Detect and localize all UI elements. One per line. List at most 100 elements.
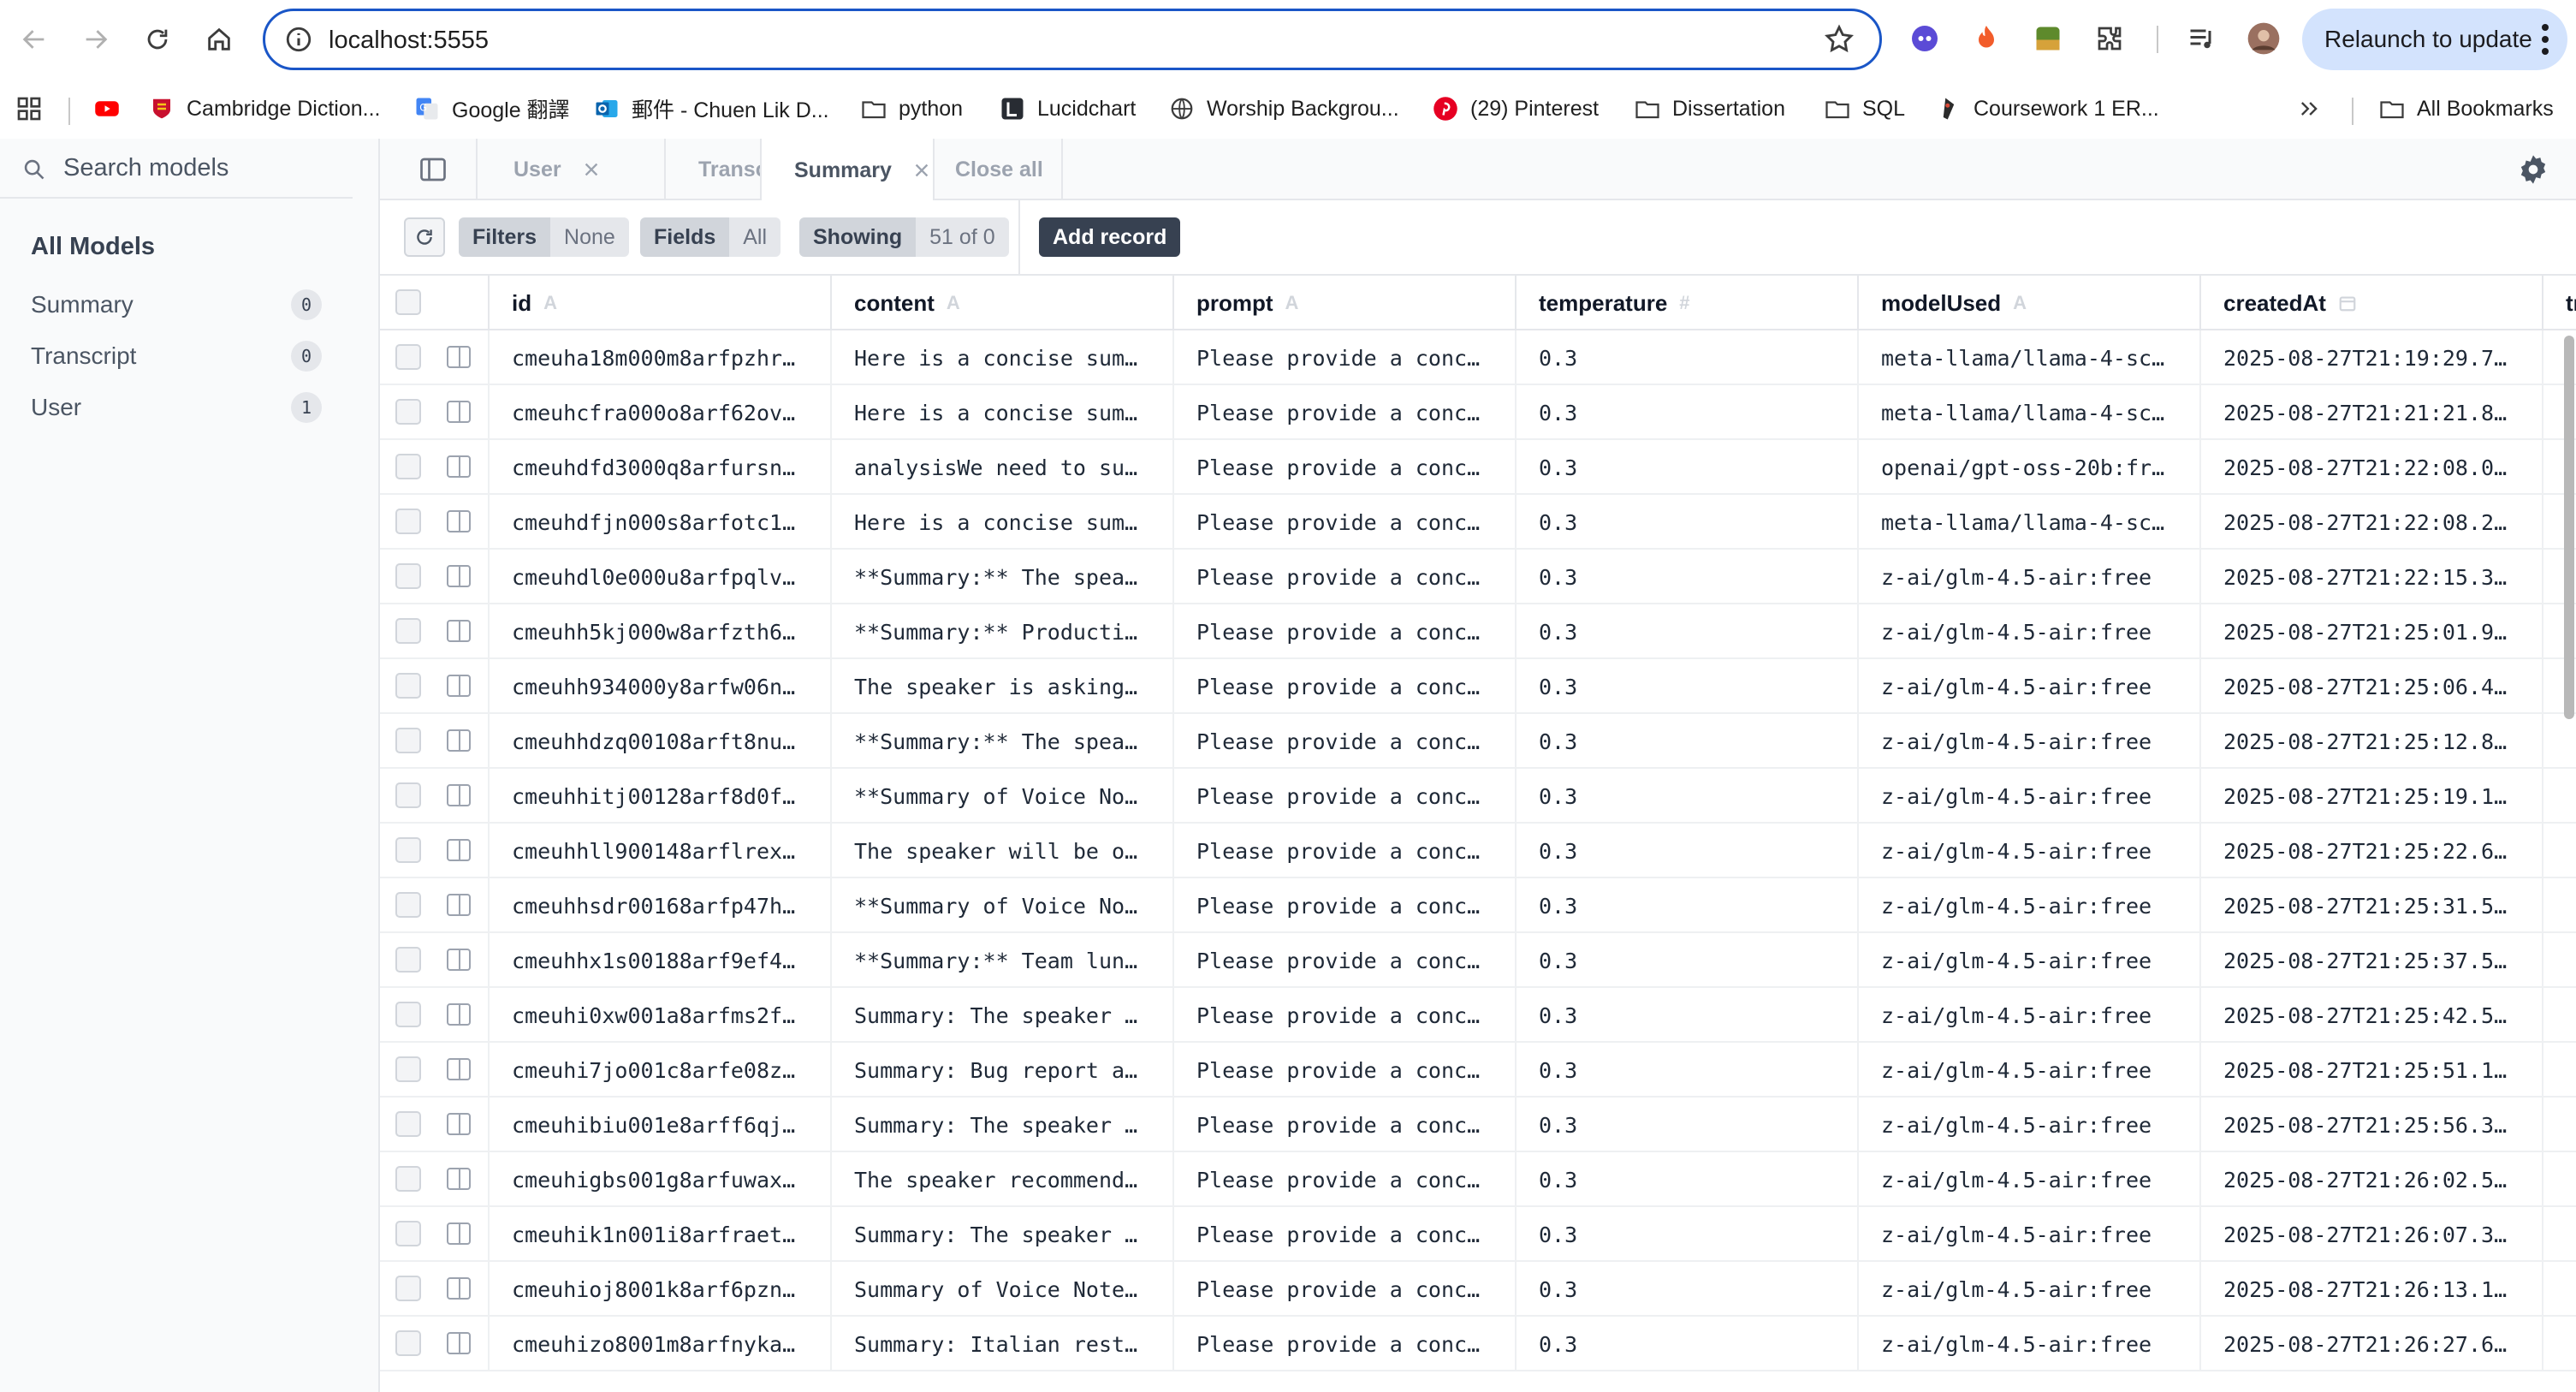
cell-id[interactable]: cmeuhik1n001i8arfraet… [490,1207,832,1262]
expand-row-icon[interactable] [447,1168,471,1190]
row-checkbox[interactable] [395,673,421,699]
cell-prompt[interactable]: Please provide a conc… [1174,495,1517,550]
extension-flame-icon[interactable] [1968,21,2004,57]
cell-temperature[interactable]: 0.3 [1517,714,1859,769]
cell-content[interactable]: The speaker recommend… [832,1152,1174,1207]
expand-row-icon[interactable] [447,346,471,368]
cell-id[interactable]: cmeuhioj8001k8arf6pzn… [490,1262,832,1317]
refresh-button[interactable] [404,217,445,257]
cell-id[interactable]: cmeuhizo8001m8arfnyka… [490,1317,832,1371]
cell-createdAt[interactable]: 2025-08-27T21:26:27.6… [2201,1317,2543,1371]
cell-id[interactable]: cmeuhibiu001e8arff6qj… [490,1098,832,1152]
showing-button[interactable]: Showing 51 of 0 [799,217,1009,257]
column-header-createdAt[interactable]: createdAt [2201,276,2543,330]
cell-id[interactable]: cmeuhdfd3000q8arfursn… [490,440,832,495]
cell-prompt[interactable]: Please provide a conc… [1174,933,1517,988]
table-row[interactable]: cmeuhizo8001m8arfnyka… Summary: Italian r… [380,1317,2576,1371]
column-header-prompt[interactable]: prompt A [1174,276,1517,330]
cell-id[interactable]: cmeuhhll900148arflrex… [490,824,832,878]
cell-content[interactable]: Summary of Voice Note… [832,1262,1174,1317]
cell-createdAt[interactable]: 2025-08-27T21:25:56.3… [2201,1098,2543,1152]
cell-content[interactable]: The speaker will be o… [832,824,1174,878]
sidebar-item-user[interactable]: User 1 [31,387,322,428]
cell-temperature[interactable]: 0.3 [1517,440,1859,495]
table-row[interactable]: cmeuhi7jo001c8arfe08z… Summary: Bug repor… [380,1043,2576,1098]
extension-copilot-icon[interactable] [1907,21,1943,57]
cell-prompt[interactable]: Please provide a conc… [1174,385,1517,440]
close-icon[interactable] [912,161,931,180]
cell-modelUsed[interactable]: z-ai/glm-4.5-air:free [1859,550,2201,604]
table-row[interactable]: cmeuhioj8001k8arf6pzn… Summary of Voice N… [380,1262,2576,1317]
cell-content[interactable]: **Summary:** The spea… [832,714,1174,769]
cell-content[interactable]: Summary: The speaker … [832,1207,1174,1262]
url-text[interactable]: localhost:5555 [329,25,489,56]
expand-row-icon[interactable] [447,1058,471,1080]
row-checkbox[interactable] [395,782,421,808]
cell-createdAt[interactable]: 2025-08-27T21:25:42.5… [2201,988,2543,1043]
cell-prompt[interactable]: Please provide a conc… [1174,659,1517,714]
cell-id[interactable]: cmeuhcfra000o8arf62ov… [490,385,832,440]
expand-row-icon[interactable] [447,620,471,642]
cell-createdAt[interactable]: 2025-08-27T21:22:15.3… [2201,550,2543,604]
cell-content[interactable]: Here is a concise sum… [832,385,1174,440]
cell-temperature[interactable]: 0.3 [1517,1043,1859,1098]
column-header-temperature[interactable]: temperature # [1517,276,1859,330]
cell-content[interactable]: **Summary:** Team lun… [832,933,1174,988]
search-models-input[interactable]: Search models [0,139,353,199]
column-header-modelUsed[interactable]: modelUsed A [1859,276,2201,330]
cell-temperature[interactable]: 0.3 [1517,495,1859,550]
cell-temperature[interactable]: 0.3 [1517,1317,1859,1371]
cell-id[interactable]: cmeuhhsdr00168arfp47h… [490,878,832,933]
table-row[interactable]: cmeuhcfra000o8arf62ov… Here is a concise … [380,385,2576,440]
bookmark-coursework[interactable]: Coursework 1 ER... [1936,89,2159,128]
cell-temperature[interactable]: 0.3 [1517,769,1859,824]
gear-icon[interactable] [2516,152,2550,187]
expand-row-icon[interactable] [447,1277,471,1300]
expand-row-icon[interactable] [447,1113,471,1135]
bookmark-python[interactable]: python [861,89,963,128]
extensions-puzzle-icon[interactable] [2092,21,2128,57]
tab-user[interactable]: User [476,139,664,200]
cell-id[interactable]: cmeuhi0xw001a8arfms2f… [490,988,832,1043]
cell-prompt[interactable]: Please provide a conc… [1174,1262,1517,1317]
row-checkbox[interactable] [395,1276,421,1301]
forward-button[interactable] [74,17,118,62]
cell-prompt[interactable]: Please provide a conc… [1174,878,1517,933]
cell-modelUsed[interactable]: z-ai/glm-4.5-air:free [1859,1043,2201,1098]
row-checkbox[interactable] [395,1221,421,1246]
cell-createdAt[interactable]: 2025-08-27T21:25:12.8… [2201,714,2543,769]
cell-modelUsed[interactable]: z-ai/glm-4.5-air:free [1859,604,2201,659]
cell-prompt[interactable]: Please provide a conc… [1174,604,1517,659]
row-checkbox[interactable] [395,728,421,753]
cell-content[interactable]: Summary: The speaker … [832,988,1174,1043]
expand-row-icon[interactable] [447,894,471,916]
cell-content[interactable]: **Summary of Voice No… [832,878,1174,933]
cell-modelUsed[interactable]: z-ai/glm-4.5-air:free [1859,659,2201,714]
bookmark-outlook[interactable]: 郵件 - Chuen Lik D... [594,89,829,128]
expand-row-icon[interactable] [447,949,471,971]
row-checkbox[interactable] [395,1056,421,1082]
cell-createdAt[interactable]: 2025-08-27T21:22:08.0… [2201,440,2543,495]
cell-temperature[interactable]: 0.3 [1517,604,1859,659]
row-checkbox[interactable] [395,892,421,918]
row-checkbox[interactable] [395,947,421,973]
cell-createdAt[interactable]: 2025-08-27T21:25:31.5… [2201,878,2543,933]
cell-temperature[interactable]: 0.3 [1517,933,1859,988]
expand-row-icon[interactable] [447,401,471,423]
cell-prompt[interactable]: Please provide a conc… [1174,550,1517,604]
table-row[interactable]: cmeuhhitj00128arf8d0f… **Summary of Voice… [380,769,2576,824]
cell-content[interactable]: **Summary of Voice No… [832,769,1174,824]
bookmark-cambridge[interactable]: Cambridge Diction... [149,89,380,128]
cell-createdAt[interactable]: 2025-08-27T21:21:21.8… [2201,385,2543,440]
profile-avatar[interactable] [2246,21,2282,57]
cell-id[interactable]: cmeuhh5kj000w8arfzth6… [490,604,832,659]
table-row[interactable]: cmeuhigbs001g8arfuwax… The speaker recomm… [380,1152,2576,1207]
close-all-button[interactable]: Close all [955,139,1043,200]
bookmark-worship[interactable]: Worship Backgrou... [1169,89,1399,128]
cell-content[interactable]: analysisWe need to su… [832,440,1174,495]
cell-temperature[interactable]: 0.3 [1517,385,1859,440]
table-row[interactable]: cmeuhi0xw001a8arfms2f… Summary: The speak… [380,988,2576,1043]
tab-summary[interactable]: Summary [762,139,933,202]
row-checkbox[interactable] [395,563,421,589]
bookmark-star-icon[interactable] [1823,23,1855,56]
